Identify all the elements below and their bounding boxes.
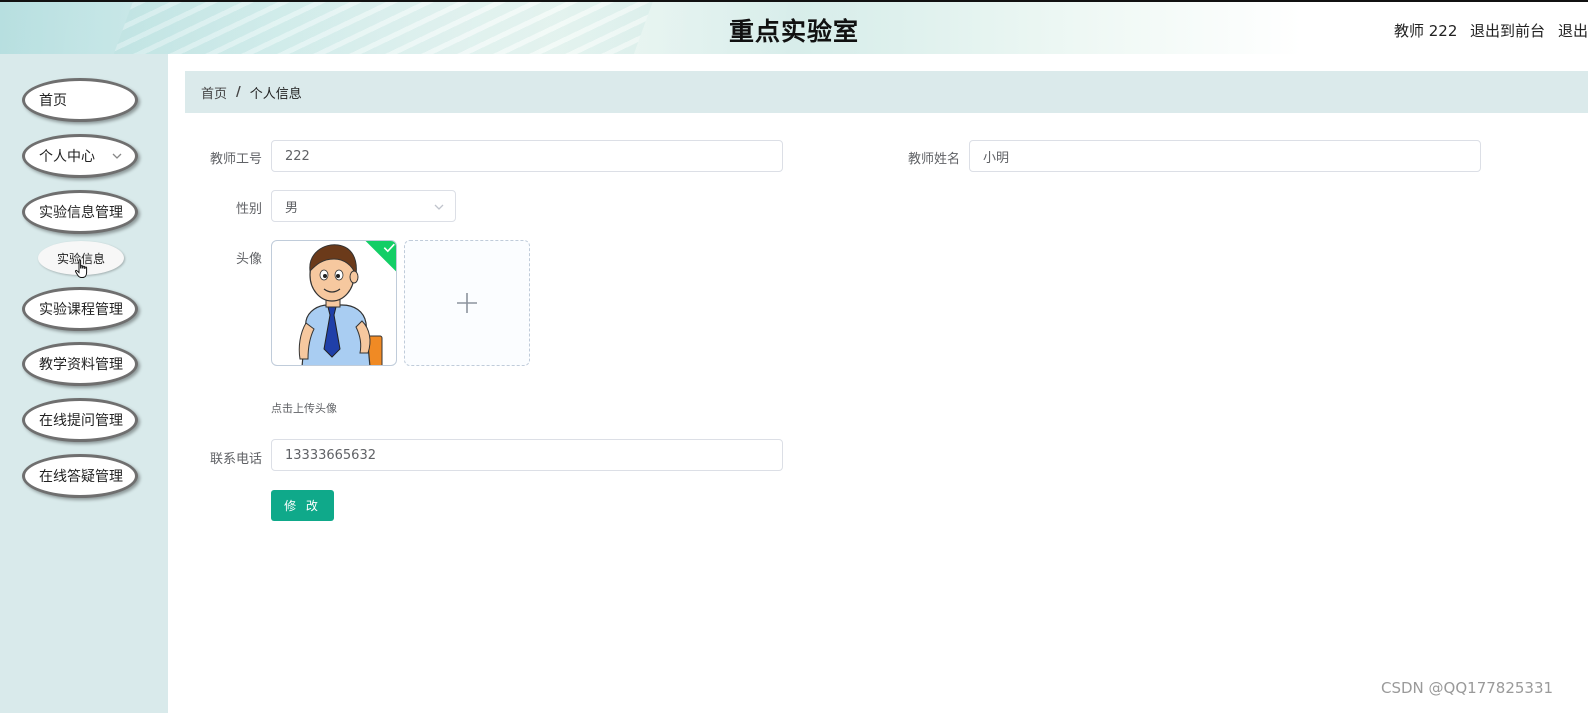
upload-tip: 点击上传头像 — [271, 402, 337, 415]
sidebar-item-label: 实验信息管理 — [39, 205, 123, 221]
sidebar-item-teaching-materials-management[interactable]: 教学资料管理 — [22, 342, 138, 386]
teacher-id-input[interactable]: 222 — [271, 140, 783, 172]
sidebar-item-label: 首页 — [39, 93, 67, 109]
modify-button[interactable]: 修 改 — [271, 490, 334, 521]
sidebar-item-experiment-info-management[interactable]: 实验信息管理 — [22, 190, 138, 234]
hand-cursor-icon — [74, 259, 88, 278]
sidebar-item-experiment-course-management[interactable]: 实验课程管理 — [22, 287, 138, 331]
user-role-label: 教师 222 — [1394, 22, 1458, 40]
teacher-id-value: 222 — [285, 148, 310, 164]
phone-label: 联系电话 — [209, 452, 262, 467]
sidebar-item-label: 在线答疑管理 — [39, 469, 123, 485]
sidebar-item-label: 个人中心 — [39, 149, 95, 165]
teacher-name-label: 教师姓名 — [907, 152, 960, 167]
breadcrumb-home[interactable]: 首页 — [201, 83, 227, 102]
phone-value: 13333665632 — [285, 447, 376, 463]
avatar-label: 头像 — [235, 252, 262, 267]
sidebar-item-label: 实验课程管理 — [39, 302, 123, 318]
phone-input[interactable]: 13333665632 — [271, 439, 783, 471]
sidebar-item-label: 在线提问管理 — [39, 413, 123, 429]
sidebar-item-online-answer-management[interactable]: 在线答疑管理 — [22, 454, 138, 498]
gender-value: 男 — [285, 200, 299, 216]
site-title: 重点实验室 — [728, 17, 859, 46]
teacher-name-input[interactable]: 小明 — [969, 140, 1481, 172]
top-header: 重点实验室 教师 222 退出到前台 退出 — [0, 0, 1588, 54]
breadcrumb-current: 个人信息 — [249, 86, 302, 102]
breadcrumb-separator: / — [236, 84, 241, 100]
breadcrumb: 首页 / 个人信息 — [185, 71, 1588, 113]
gender-label: 性别 — [235, 202, 262, 217]
check-icon — [383, 243, 395, 253]
teacher-name-value: 小明 — [983, 150, 1010, 166]
sidebar-item-online-question-management[interactable]: 在线提问管理 — [22, 398, 138, 442]
teacher-id-label: 教师工号 — [209, 152, 262, 167]
sidebar-item-home[interactable]: 首页 — [22, 78, 138, 122]
avatar-upload-button[interactable] — [404, 240, 530, 366]
logout-link[interactable]: 退出 — [1558, 20, 1588, 41]
chevron-down-icon — [434, 204, 444, 210]
chevron-down-icon — [112, 153, 122, 159]
avatar-image — [298, 244, 383, 365]
watermark: CSDN @QQ177825331 — [1381, 679, 1554, 697]
gender-select[interactable]: 男 — [271, 190, 456, 222]
exit-to-front-link[interactable]: 退出到前台 — [1470, 20, 1545, 41]
plus-icon — [457, 293, 477, 313]
sidebar-item-label: 教学资料管理 — [39, 357, 123, 373]
avatar-preview[interactable] — [271, 240, 397, 366]
sidebar-item-personal-center[interactable]: 个人中心 — [22, 134, 138, 178]
